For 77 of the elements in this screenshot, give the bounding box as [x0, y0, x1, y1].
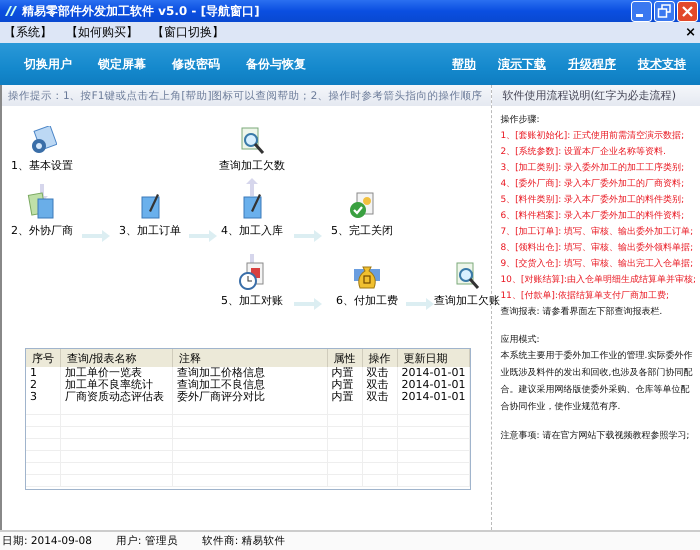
column-header[interactable]: 属性	[327, 349, 362, 367]
table-cell: 内置	[327, 379, 362, 391]
close-icon[interactable]	[677, 0, 698, 22]
column-header[interactable]: 序号	[26, 349, 60, 367]
table-cell: 双击	[362, 391, 398, 403]
toolbar-link[interactable]: 技术支持	[638, 56, 686, 72]
note-text: 注意事项: 请在官方网站下载视频教程参照学习;	[500, 430, 690, 443]
flow-step-label[interactable]: 查询加工欠数	[219, 158, 285, 173]
instruction-line: 7、[加工订单]: 填写、审核、输出委外加工订单;	[500, 225, 694, 239]
app-icon	[4, 5, 18, 17]
window-title: 精易零部件外发加工软件 v5.0 - [导航窗口]	[22, 2, 261, 20]
table-cell: 2	[26, 379, 60, 391]
tip-text: 操作提示：1、按F1键或点击右上角[帮助]图标可以查阅帮助；2、操作时参考箭头指向的操作顺序	[8, 88, 482, 102]
status-text: 日期: 2014-09-08	[2, 534, 92, 548]
arrow-right	[294, 230, 322, 242]
status-text: 软件商: 精易软件	[202, 534, 286, 548]
flow-step-label[interactable]: 5、完工关闭	[331, 223, 393, 238]
status-text: 用户: 管理员	[116, 534, 178, 548]
instruction-line: 3、[加工类别]: 录入委外加工的加工工序类别;	[500, 161, 686, 175]
table-cell: 查询加工价格信息	[172, 367, 328, 379]
table-cell: 2014-01-01	[397, 391, 470, 403]
flow-step-label[interactable]: 2、外协厂商	[11, 223, 73, 238]
menu-item[interactable]: 【如何购买】	[66, 24, 138, 41]
flow-step-label[interactable]: 4、加工入库	[221, 223, 283, 238]
table-cell: 2014-01-01	[397, 367, 470, 379]
toolbar-button[interactable]: 切换用户	[24, 56, 72, 72]
instruction-line: 5、[料件类别]: 录入本厂委外加工的料件类别;	[500, 193, 686, 207]
mode-paragraph: 本系统主要用于委外加工作业的管理.实际委外作业既涉及料件的发出和回收,也涉及各部门协同配合。建议采用网络版使委外采购、仓库等单位配合协同作业，使作业规范有序.	[500, 349, 694, 414]
instruction-line: 2、[系统参数]: 设置本厂企业名称等资料.	[500, 146, 667, 159]
toolbar-button[interactable]: 锁定屏幕	[98, 56, 146, 72]
arrow-up	[246, 178, 258, 196]
column-header[interactable]: 查询/报表名称	[60, 349, 172, 367]
column-header[interactable]: 注释	[172, 349, 328, 367]
column-header[interactable]: 操作	[362, 349, 398, 367]
table-cell: 3	[26, 391, 60, 403]
minimize-icon[interactable]	[631, 0, 652, 22]
table-cell: 查询加工不良信息	[172, 379, 328, 391]
flow-step-label[interactable]: 6、付加工费	[336, 293, 398, 308]
flow-step-label[interactable]: 5、加工对账	[221, 293, 283, 308]
toolbar-button[interactable]: 修改密码	[172, 56, 220, 72]
table-cell: 加工单价一览表	[60, 367, 172, 379]
arrow-right	[189, 230, 217, 242]
toolbar-link[interactable]: 升级程序	[568, 56, 616, 72]
arrow-right	[294, 298, 322, 310]
menu-item[interactable]: 【系统】	[4, 24, 52, 41]
instruction-line: 8、[领料出仓]: 填写、审核、输出委外领料单据;	[500, 241, 694, 255]
flow-step-label[interactable]: 1、基本设置	[11, 158, 73, 173]
toolbar-button[interactable]: 备份与恢复	[246, 56, 306, 72]
table-cell: 委外厂商评分对比	[172, 391, 328, 403]
arrow-right	[82, 230, 110, 242]
instruction-line: 11、[付款单]:依据结算单支付厂商加工费;	[500, 290, 670, 303]
restore-icon[interactable]	[654, 0, 675, 22]
instruction-line: 操作步骤:	[500, 114, 540, 127]
flow-step-label[interactable]: 查询加工欠账	[434, 293, 500, 308]
table-cell: 内置	[327, 367, 362, 379]
table-cell: 2014-01-01	[397, 379, 470, 391]
arrow-right	[406, 298, 434, 310]
mode-heading: 应用模式:	[500, 334, 540, 347]
instruction-line: 4、[委外厂商]: 录入本厂委外加工的厂商资料;	[500, 177, 686, 191]
menu-item[interactable]: 【窗口切换】	[152, 24, 224, 41]
table-cell: 内置	[327, 391, 362, 403]
toolbar-link[interactable]: 演示下载	[498, 56, 546, 72]
toolbar-link[interactable]: 帮助	[452, 56, 476, 72]
flow-step-label[interactable]: 3、加工订单	[119, 223, 181, 238]
table-cell: 双击	[362, 367, 398, 379]
table-cell: 1	[26, 367, 60, 379]
table-cell: 厂商资质动态评估表	[60, 391, 172, 403]
table-cell: 双击	[362, 379, 398, 391]
instruction-line: 9、[交货入仓]: 填写、审核、输出完工入仓单据;	[500, 258, 694, 271]
instruction-line: 查询报表: 请参看界面左下部查询报表栏.	[500, 306, 664, 319]
column-header[interactable]: 更新日期	[397, 349, 470, 367]
instruction-line: 6、[料件档案]: 录入本厂委外加工的料件资料;	[500, 209, 686, 223]
instruction-line: 1、[套账初始化]: 正式使用前需清空演示数据;	[500, 130, 686, 143]
table-cell: 加工单不良率统计	[60, 379, 172, 391]
panel-title: 软件使用流程说明(红字为必走流程)	[502, 88, 676, 103]
close-child-button[interactable]: ×	[685, 25, 696, 40]
instruction-line: 10、[对账结算]:由入仓单明细生成结算单并审核;	[500, 274, 696, 287]
